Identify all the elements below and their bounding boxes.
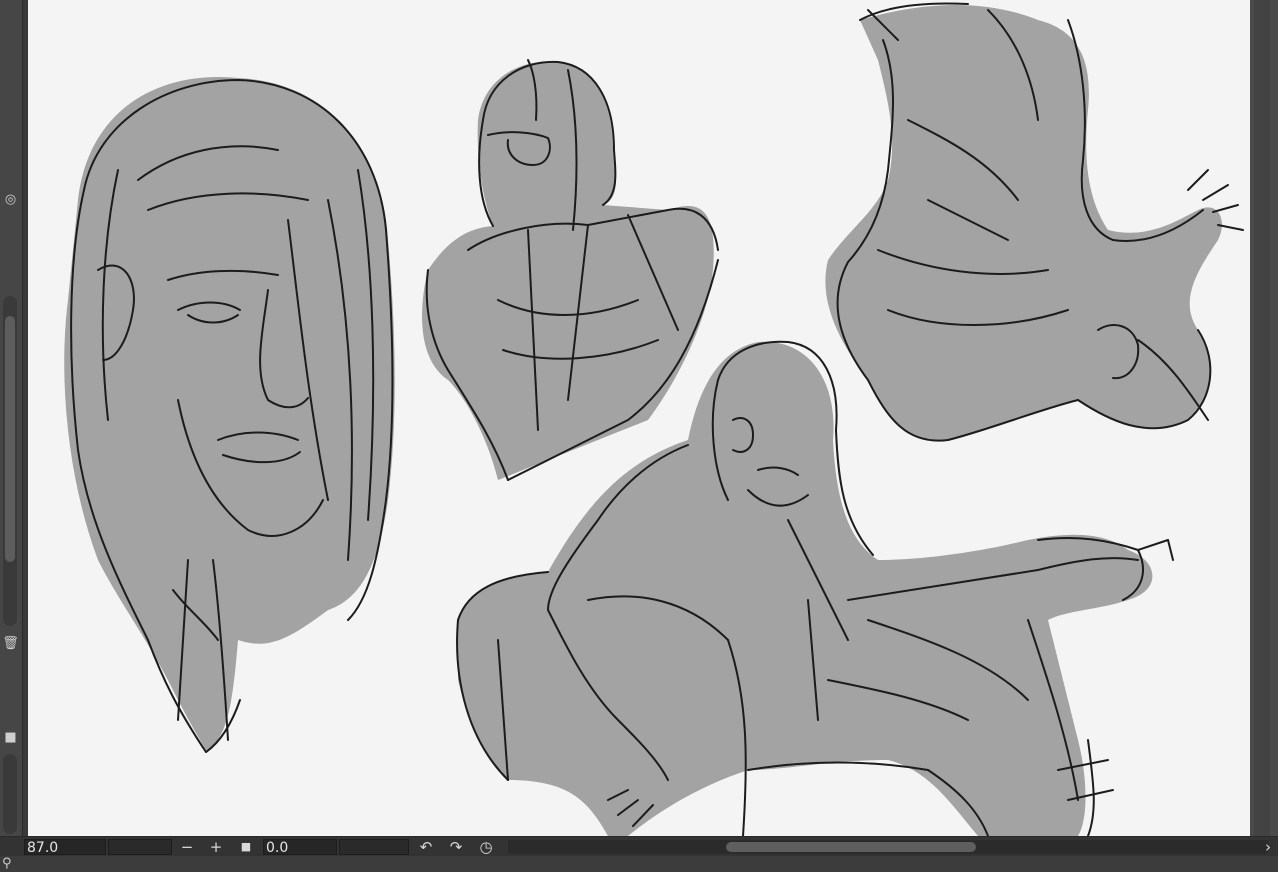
rotation-angle-field[interactable]: 0.0 [263,839,337,856]
sketch-artwork [64,2,1244,836]
horizontal-scroll-thumb[interactable] [726,842,976,852]
zoom-level-field[interactable]: 87.0 [24,839,106,856]
square-icon[interactable]: ■ [1,728,20,747]
left-panel-scroll-thumb[interactable] [5,316,15,562]
layer-mask-icon[interactable]: ◎ [1,190,20,209]
scroll-right-button[interactable]: › [1258,838,1278,856]
reset-rotation-icon[interactable]: ◷ [476,838,496,856]
zoom-slider[interactable] [108,839,172,855]
fit-to-screen-button[interactable]: ■ [236,838,256,856]
zoom-in-button[interactable]: + [206,838,226,856]
rotate-left-icon[interactable]: ↶ [416,838,436,856]
rotate-right-icon[interactable]: ↷ [446,838,466,856]
zoom-out-button[interactable]: − [177,838,197,856]
canvas-vertical-scrollbar[interactable] [1254,0,1270,836]
left-lower-scrollbar[interactable] [3,754,17,834]
left-tool-strip: ◎ 🗑 ■ [0,0,23,836]
search-icon[interactable]: ⚲ [2,856,12,871]
rotation-slider[interactable] [339,839,409,855]
drawing-canvas[interactable] [28,0,1250,836]
right-gutter [1250,0,1278,836]
trash-icon[interactable]: 🗑 [1,634,20,653]
bottom-panel-strip: ⚲ [0,856,1278,872]
canvas-horizontal-scrollbar[interactable] [508,840,1268,854]
canvas-status-bar: 87.0 − + ■ 0.0 ↶ ↷ ◷ ‹ › [0,836,1278,857]
